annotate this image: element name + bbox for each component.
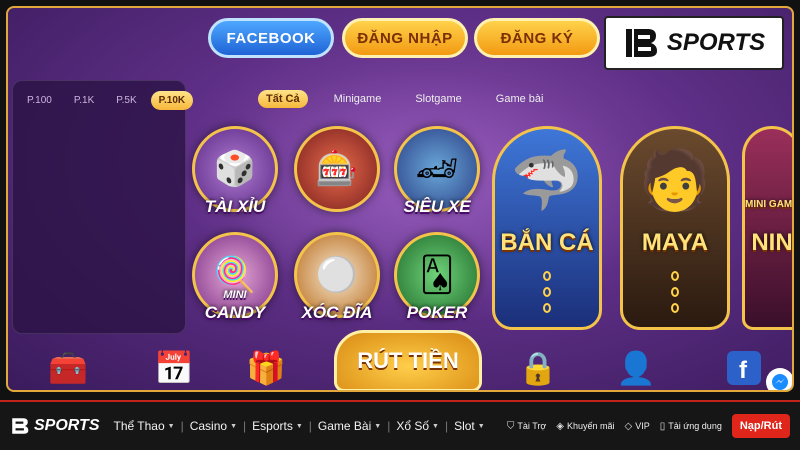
nav-vip[interactable]: ◇ VIP [625, 421, 650, 432]
diamond-icon: ◇ [624, 420, 633, 432]
dice-icon: 🎲 [213, 150, 257, 188]
login-button[interactable]: ĐĂNG NHẬP [342, 18, 468, 58]
user-icon[interactable]: 👤 [612, 344, 660, 390]
nav-slot[interactable]: Slot ▼ [448, 419, 491, 433]
nav-xo-so[interactable]: Xổ Số ▼ [390, 419, 445, 433]
svg-text:f: f [739, 357, 748, 384]
messenger-icon[interactable] [766, 368, 792, 390]
jackpot-tab-p10k[interactable]: P.10K [150, 91, 194, 110]
jackpot-tab-p100[interactable]: P.100 [19, 91, 60, 110]
lock-icon[interactable]: 🔒 [514, 344, 562, 390]
tag-icon: ◈ [556, 420, 564, 432]
bottom-nav-bar: SPORTS Thể Thao ▼ | Casino ▼ | Esports ▼ | … [0, 400, 800, 450]
race-car-icon: 🏎 [415, 150, 459, 188]
gift-icon[interactable]: 🎁 [242, 344, 290, 390]
game-maya-card[interactable]: 🧑 MAYA [620, 126, 730, 330]
nav-the-thao[interactable]: Thể Thao ▼ [108, 419, 181, 433]
game-mini-candy-label: CANDY [204, 303, 266, 322]
nav-promotion[interactable]: ◈ Khuyến mãi [556, 421, 614, 432]
nav-esports[interactable]: Esports ▼ [246, 419, 309, 433]
jackpot-tab-p1k[interactable]: P.1K [66, 91, 102, 110]
nav-logo-text: SPORTS [34, 417, 100, 434]
nav-casino[interactable]: Casino ▼ [184, 419, 243, 433]
game-ban-ca-label: BẮN CÁ [500, 229, 594, 256]
jackpot-panel: P.100 P.1K P.5K P.10K [12, 80, 194, 334]
withdraw-button[interactable]: RÚT TIỀN [334, 330, 482, 390]
game-sieu-xe-label: SIÊU XE [403, 197, 471, 216]
nav-download-app[interactable]: ▯ Tải ứng dụng [660, 421, 722, 432]
game-slot-777[interactable]: 🎰 [294, 126, 380, 212]
game-poker-label: POKER [406, 303, 468, 322]
slot-machine-icon: 🎰 [315, 150, 359, 188]
game-sieu-xe[interactable]: 🏎 SIÊU XE [394, 126, 480, 216]
game-tai-xiu[interactable]: 🎲 TÀI XỈU [192, 126, 278, 216]
nav-logo[interactable]: SPORTS [10, 416, 100, 436]
register-button[interactable]: ĐĂNG KÝ [474, 18, 600, 58]
jackpot-tab-p5k[interactable]: P.5K [108, 91, 144, 110]
phone-icon: ▯ [659, 420, 666, 432]
game-tai-xiu-label: TÀI XỈU [204, 197, 266, 216]
tab-game-bai[interactable]: Game bài [488, 90, 552, 108]
calendar-icon[interactable]: 📅 [150, 344, 198, 390]
tab-slotgame[interactable]: Slotgame [407, 90, 469, 108]
treasure-chest-icon[interactable]: 🧰 [44, 344, 92, 390]
explorer-icon: 🧑 [638, 148, 712, 213]
game-ban-ca-card[interactable]: 🦈 BẮN CÁ [492, 126, 602, 330]
game-maya-label: MAYA [641, 229, 709, 256]
nav-sponsor[interactable]: ⛉ Tài Trợ [507, 421, 546, 432]
game-mini-game-label: MINI GAME [745, 199, 794, 210]
logo-b-icon [623, 24, 661, 62]
game-xoc-dia[interactable]: ⚪ XÓC ĐĨA [294, 232, 380, 322]
dish-icon: ⚪ [315, 256, 359, 294]
game-mini-candy-top: MINI [223, 289, 247, 301]
sports-logo: SPORTS [604, 16, 784, 70]
game-mini-candy[interactable]: 🍭 MINI CANDY [192, 232, 278, 322]
tab-minigame[interactable]: Minigame [326, 90, 390, 108]
cards-icon: 🂡 [419, 256, 455, 294]
game-nin-label: NIN [751, 229, 793, 256]
game-filter-tabs: Tất Cả Minigame Slotgame Game bài [258, 90, 552, 108]
shark-icon: 🦈 [510, 148, 584, 213]
tab-all[interactable]: Tất Cả [258, 90, 308, 108]
game-ninja-card[interactable]: MINI GAME NIN [742, 126, 794, 330]
facebook-icon[interactable]: f [720, 344, 768, 390]
shield-icon: ⛉ [506, 420, 515, 432]
deposit-withdraw-button[interactable]: Nạp/Rút [731, 414, 790, 438]
nav-game-bai[interactable]: Game Bài ▼ [312, 419, 387, 433]
game-xoc-dia-label: XÓC ĐĨA [301, 303, 373, 322]
facebook-login-button[interactable]: FACEBOOK [208, 18, 334, 58]
logo-text: SPORTS [666, 29, 766, 56]
game-poker[interactable]: 🂡 POKER [394, 232, 480, 322]
